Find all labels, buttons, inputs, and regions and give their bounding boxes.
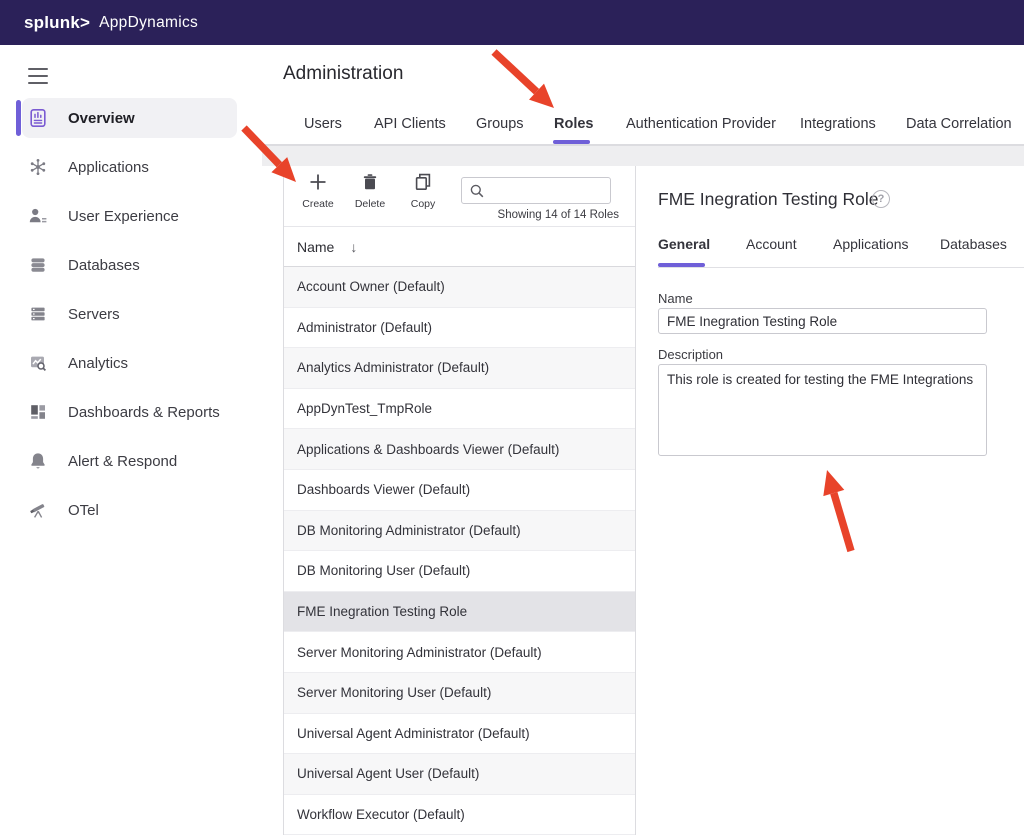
sidebar-item-label: Alert & Respond bbox=[68, 453, 177, 470]
user-experience-icon bbox=[28, 206, 48, 226]
tab-integrations[interactable]: Integrations bbox=[800, 116, 876, 132]
tab-applications[interactable]: Applications bbox=[833, 236, 909, 252]
telescope-icon bbox=[28, 500, 48, 520]
tab-general[interactable]: General bbox=[658, 236, 710, 252]
sidebar-item-label: Analytics bbox=[68, 355, 128, 372]
sidebar-item-overview[interactable]: Overview bbox=[0, 98, 262, 138]
search-icon bbox=[469, 183, 485, 199]
sidebar-item-label: Dashboards & Reports bbox=[68, 404, 220, 421]
role-name-input[interactable] bbox=[658, 308, 987, 334]
table-row[interactable]: Universal Agent User (Default) bbox=[284, 754, 635, 795]
tab-authentication-provider[interactable]: Authentication Provider bbox=[626, 116, 776, 132]
sidebar-item-otel[interactable]: OTel bbox=[0, 490, 262, 530]
arrow-to-description-field bbox=[823, 470, 851, 551]
arrow-to-roles-tab bbox=[494, 52, 554, 108]
sort-descending-icon[interactable]: ↓ bbox=[350, 239, 357, 255]
menu-icon[interactable] bbox=[28, 68, 48, 84]
table-row[interactable]: Administrator (Default) bbox=[284, 308, 635, 349]
table-row[interactable]: Server Monitoring User (Default) bbox=[284, 673, 635, 714]
sidebar-item-databases[interactable]: Databases bbox=[0, 245, 262, 285]
sidebar-item-label: User Experience bbox=[68, 208, 179, 225]
sidebar-item-label: Applications bbox=[68, 159, 149, 176]
table-row[interactable]: Account Owner (Default) bbox=[284, 267, 635, 308]
tab-databases[interactable]: Databases bbox=[940, 236, 1007, 252]
table-row-selected[interactable]: FME Inegration Testing Role bbox=[284, 592, 635, 633]
sidebar-item-analytics[interactable]: Analytics bbox=[0, 343, 262, 383]
page-title: Administration bbox=[283, 63, 403, 85]
name-column-header: Name bbox=[297, 239, 334, 255]
sidebar-nav: Overview Applications bbox=[0, 98, 262, 539]
applications-icon bbox=[28, 157, 48, 177]
table-row[interactable]: Server Monitoring Administrator (Default… bbox=[284, 632, 635, 673]
description-field-label: Description bbox=[658, 347, 723, 362]
sidebar-item-label: OTel bbox=[68, 502, 99, 519]
sidebar-item-servers[interactable]: Servers bbox=[0, 294, 262, 334]
sidebar-item-applications[interactable]: Applications bbox=[0, 147, 262, 187]
showing-count: Showing 14 of 14 Roles bbox=[498, 209, 619, 221]
appdynamics-logo-text: AppDynamics bbox=[99, 14, 198, 32]
table-header[interactable]: Name ↓ bbox=[284, 227, 635, 267]
section-spacer bbox=[262, 146, 1024, 166]
search-input[interactable] bbox=[488, 179, 608, 202]
plus-icon bbox=[309, 173, 327, 191]
name-field-label: Name bbox=[658, 291, 693, 306]
servers-icon bbox=[28, 304, 48, 324]
analytics-icon bbox=[28, 353, 48, 373]
sidebar-item-label: Overview bbox=[68, 110, 135, 127]
databases-icon bbox=[28, 255, 48, 275]
table-row[interactable]: Applications & Dashboards Viewer (Defaul… bbox=[284, 429, 635, 470]
roles-table-body: Account Owner (Default) Administrator (D… bbox=[284, 267, 635, 835]
table-row[interactable]: DB Monitoring User (Default) bbox=[284, 551, 635, 592]
roles-search-box bbox=[461, 177, 611, 204]
detail-active-tab-underline bbox=[658, 263, 705, 267]
table-row[interactable]: DB Monitoring Administrator (Default) bbox=[284, 511, 635, 552]
sidebar-item-label: Databases bbox=[68, 257, 140, 274]
copy-button[interactable]: Copy bbox=[400, 173, 446, 210]
tab-api-clients[interactable]: API Clients bbox=[374, 116, 446, 132]
bell-icon bbox=[28, 451, 48, 471]
detail-tabs-divider bbox=[658, 267, 1024, 268]
table-row[interactable]: Workflow Executor (Default) bbox=[284, 795, 635, 835]
table-row[interactable]: Analytics Administrator (Default) bbox=[284, 348, 635, 389]
table-row[interactable]: AppDynTest_TmpRole bbox=[284, 389, 635, 430]
top-bar: splunk> AppDynamics bbox=[0, 0, 1024, 45]
tab-groups[interactable]: Groups bbox=[476, 116, 524, 132]
table-row[interactable]: Universal Agent Administrator (Default) bbox=[284, 714, 635, 755]
sidebar: Overview Applications bbox=[0, 45, 262, 835]
delete-button[interactable]: Delete bbox=[347, 173, 393, 210]
tab-roles[interactable]: Roles bbox=[554, 116, 594, 132]
tab-users[interactable]: Users bbox=[304, 116, 342, 132]
tab-data-correlation[interactable]: Data Correlation bbox=[906, 116, 1012, 132]
splunk-logo: splunk> bbox=[24, 13, 90, 33]
tab-account[interactable]: Account bbox=[746, 236, 797, 252]
sidebar-item-label: Servers bbox=[68, 306, 120, 323]
create-button[interactable]: Create bbox=[295, 173, 341, 210]
copy-icon bbox=[414, 173, 432, 191]
overview-icon bbox=[28, 108, 48, 128]
role-detail-title: FME Inegration Testing Role bbox=[658, 189, 879, 210]
app-window: splunk> AppDynamics Overview bbox=[0, 0, 1024, 835]
trash-icon bbox=[361, 173, 379, 191]
dashboards-icon bbox=[28, 402, 48, 422]
help-icon[interactable]: ? bbox=[872, 190, 890, 208]
role-description-input[interactable]: This role is created for testing the FME… bbox=[658, 364, 987, 456]
sidebar-item-alert-respond[interactable]: Alert & Respond bbox=[0, 441, 262, 481]
table-row[interactable]: Dashboards Viewer (Default) bbox=[284, 470, 635, 511]
sidebar-item-user-experience[interactable]: User Experience bbox=[0, 196, 262, 236]
sidebar-item-dashboards-reports[interactable]: Dashboards & Reports bbox=[0, 392, 262, 432]
roles-toolbar: Create Delete bbox=[284, 166, 635, 227]
roles-list-panel: Create Delete bbox=[283, 166, 636, 835]
